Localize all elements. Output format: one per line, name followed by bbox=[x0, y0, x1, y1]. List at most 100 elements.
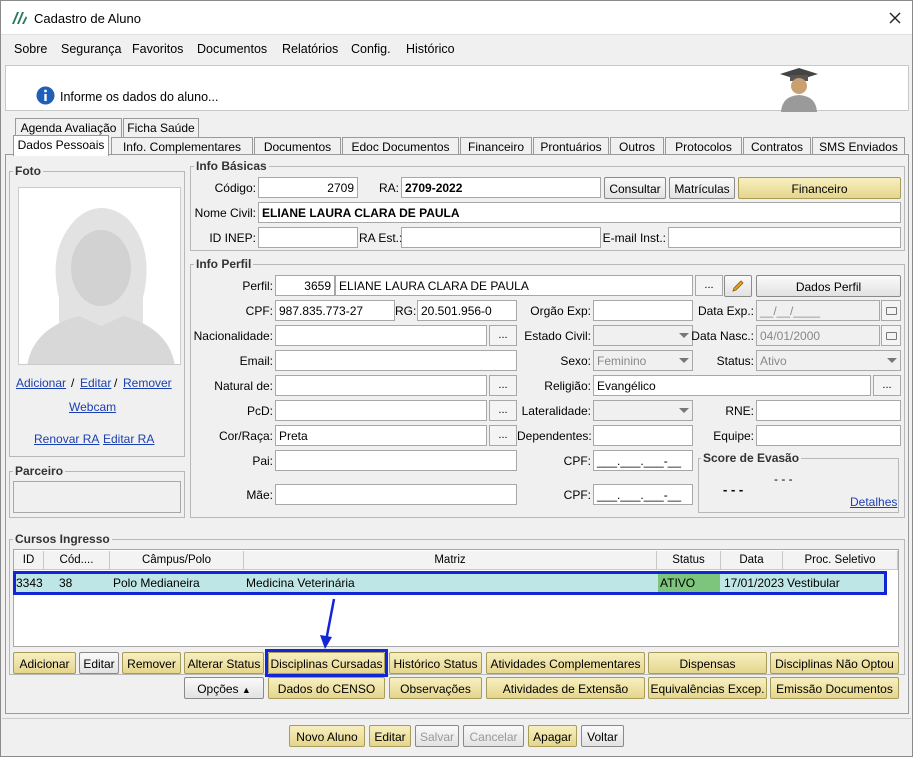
detalhes-link[interactable]: Detalhes bbox=[850, 495, 897, 509]
data-nasc-calendar-button[interactable] bbox=[881, 325, 901, 346]
alterar-status-button[interactable]: Alterar Status bbox=[184, 652, 264, 674]
rg-field[interactable]: 20.501.956-0 bbox=[417, 300, 517, 321]
sexo-select[interactable]: Feminino bbox=[593, 350, 693, 371]
menu-relatorios[interactable]: Relatórios bbox=[282, 42, 338, 56]
perfil-name-field[interactable]: ELIANE LAURA CLARA DE PAULA bbox=[335, 275, 693, 296]
foto-editar-link[interactable]: Editar bbox=[80, 376, 111, 390]
cpf-label: CPF: bbox=[245, 304, 273, 318]
codigo-field[interactable]: 2709 bbox=[258, 177, 358, 198]
natural-de-field[interactable] bbox=[275, 375, 487, 396]
historico-status-button[interactable]: Histórico Status bbox=[389, 652, 482, 674]
info-icon bbox=[36, 86, 55, 105]
perfil-edit-button[interactable] bbox=[724, 275, 752, 297]
ra-field[interactable]: 2709-2022 bbox=[401, 177, 601, 198]
webcam-link[interactable]: Webcam bbox=[69, 400, 116, 414]
lateralidade-label: Lateralidade: bbox=[521, 404, 591, 418]
cor-raca-lookup-button[interactable]: ... bbox=[489, 425, 517, 446]
emissao-documentos-button[interactable]: Emissão Documentos bbox=[770, 677, 899, 699]
pcd-field[interactable] bbox=[275, 400, 487, 421]
editar-button[interactable]: Editar bbox=[79, 652, 119, 674]
cor-raca-field[interactable]: Preta bbox=[275, 425, 487, 446]
dispensas-button[interactable]: Dispensas bbox=[648, 652, 767, 674]
foto-remover-link[interactable]: Remover bbox=[123, 376, 172, 390]
dados-censo-button[interactable]: Dados do CENSO bbox=[268, 677, 385, 699]
col-header-id[interactable]: ID bbox=[14, 551, 44, 570]
parceiro-field[interactable] bbox=[13, 481, 181, 513]
disciplinas-nao-optou-button[interactable]: Disciplinas Não Optou bbox=[770, 652, 899, 674]
col-header-status[interactable]: Status bbox=[657, 551, 721, 570]
perfil-label: Perfil: bbox=[242, 279, 273, 293]
chevron-down-icon bbox=[679, 358, 689, 363]
novo-aluno-button[interactable]: Novo Aluno bbox=[289, 725, 365, 747]
data-nasc-field[interactable]: 04/01/2000 bbox=[756, 325, 880, 346]
salvar-button[interactable]: Salvar bbox=[415, 725, 459, 747]
dados-perfil-button[interactable]: Dados Perfil bbox=[756, 275, 901, 297]
dependentes-field[interactable] bbox=[593, 425, 693, 446]
nome-civil-field[interactable]: ELIANE LAURA CLARA DE PAULA bbox=[258, 202, 901, 223]
menu-documentos[interactable]: Documentos bbox=[197, 42, 267, 56]
rne-field[interactable] bbox=[756, 400, 901, 421]
financeiro-button[interactable]: Financeiro bbox=[738, 177, 901, 199]
opcoes-label: Opções bbox=[197, 682, 239, 696]
col-header-data[interactable]: Data bbox=[721, 551, 783, 570]
footer-editar-button[interactable]: Editar bbox=[369, 725, 411, 747]
tab-dados-pessoais[interactable]: Dados Pessoais bbox=[13, 135, 109, 156]
nacionalidade-lookup-button[interactable]: ... bbox=[489, 325, 517, 346]
equipe-field[interactable] bbox=[756, 425, 901, 446]
foto-adicionar-link[interactable]: Adicionar bbox=[16, 376, 66, 390]
status-select[interactable]: Ativo bbox=[756, 350, 901, 371]
natural-de-lookup-button[interactable]: ... bbox=[489, 375, 517, 396]
consultar-button[interactable]: Consultar bbox=[604, 177, 666, 199]
menu-config[interactable]: Config. bbox=[351, 42, 391, 56]
matriculas-button[interactable]: Matrículas bbox=[669, 177, 735, 199]
mae-field[interactable] bbox=[275, 484, 517, 505]
editar-ra-link[interactable]: Editar RA bbox=[103, 432, 154, 446]
religiao-lookup-button[interactable]: ... bbox=[873, 375, 901, 396]
atividades-extensao-button[interactable]: Atividades de Extensão bbox=[486, 677, 645, 699]
email-inst-field[interactable] bbox=[668, 227, 901, 248]
religiao-label: Religião: bbox=[544, 379, 591, 393]
data-exp-calendar-button[interactable] bbox=[881, 300, 901, 321]
col-header-matriz[interactable]: Matriz bbox=[244, 551, 657, 570]
cpf-mae-field[interactable]: ___.___.___-__ bbox=[593, 484, 693, 505]
cancelar-button[interactable]: Cancelar bbox=[463, 725, 524, 747]
voltar-button[interactable]: Voltar bbox=[581, 725, 624, 747]
rne-label: RNE: bbox=[725, 404, 754, 418]
cpf-field[interactable]: 987.835.773-27 bbox=[275, 300, 395, 321]
col-header-campus[interactable]: Câmpus/Polo bbox=[110, 551, 244, 570]
email-label: Email: bbox=[239, 354, 273, 368]
perfil-id-field[interactable]: 3659 bbox=[275, 275, 335, 296]
id-inep-field[interactable] bbox=[258, 227, 358, 248]
equivalencias-button[interactable]: Equivalências Excep. bbox=[648, 677, 767, 699]
menu-favoritos[interactable]: Favoritos bbox=[132, 42, 183, 56]
atividades-complementares-button[interactable]: Atividades Complementares bbox=[486, 652, 645, 674]
foto-sep2: / bbox=[114, 376, 118, 390]
ra-est-field[interactable] bbox=[401, 227, 601, 248]
observacoes-button[interactable]: Observações bbox=[389, 677, 482, 699]
cpf-pai-field[interactable]: ___.___.___-__ bbox=[593, 450, 693, 471]
menu-historico[interactable]: Histórico bbox=[406, 42, 455, 56]
religiao-field[interactable]: Evangélico bbox=[593, 375, 871, 396]
col-header-proc[interactable]: Proc. Seletivo bbox=[783, 551, 898, 570]
menu-seguranca[interactable]: Segurança bbox=[61, 42, 121, 56]
menu-sobre[interactable]: Sobre bbox=[14, 42, 47, 56]
data-exp-field[interactable]: __/__/____ bbox=[756, 300, 880, 321]
estado-civil-select[interactable] bbox=[593, 325, 693, 346]
data-exp-label: Data Exp.: bbox=[697, 304, 754, 318]
adicionar-button[interactable]: Adicionar bbox=[13, 652, 76, 674]
remover-button[interactable]: Remover bbox=[122, 652, 181, 674]
pcd-lookup-button[interactable]: ... bbox=[489, 400, 517, 421]
perfil-lookup-button[interactable]: ... bbox=[695, 275, 723, 296]
apagar-button[interactable]: Apagar bbox=[528, 725, 577, 747]
lateralidade-select[interactable] bbox=[593, 400, 693, 421]
tab-ficha-saude[interactable]: Ficha Saúde bbox=[123, 118, 199, 137]
renovar-ra-link[interactable]: Renovar RA bbox=[34, 432, 99, 446]
pai-field[interactable] bbox=[275, 450, 517, 471]
app-logo-icon bbox=[12, 12, 27, 24]
opcoes-button[interactable]: Opções ▲ bbox=[184, 677, 264, 699]
nacionalidade-field[interactable] bbox=[275, 325, 487, 346]
close-icon[interactable] bbox=[889, 12, 901, 24]
orgao-exp-field[interactable] bbox=[593, 300, 693, 321]
col-header-cod[interactable]: Cód.... bbox=[44, 551, 110, 570]
email-field[interactable] bbox=[275, 350, 517, 371]
